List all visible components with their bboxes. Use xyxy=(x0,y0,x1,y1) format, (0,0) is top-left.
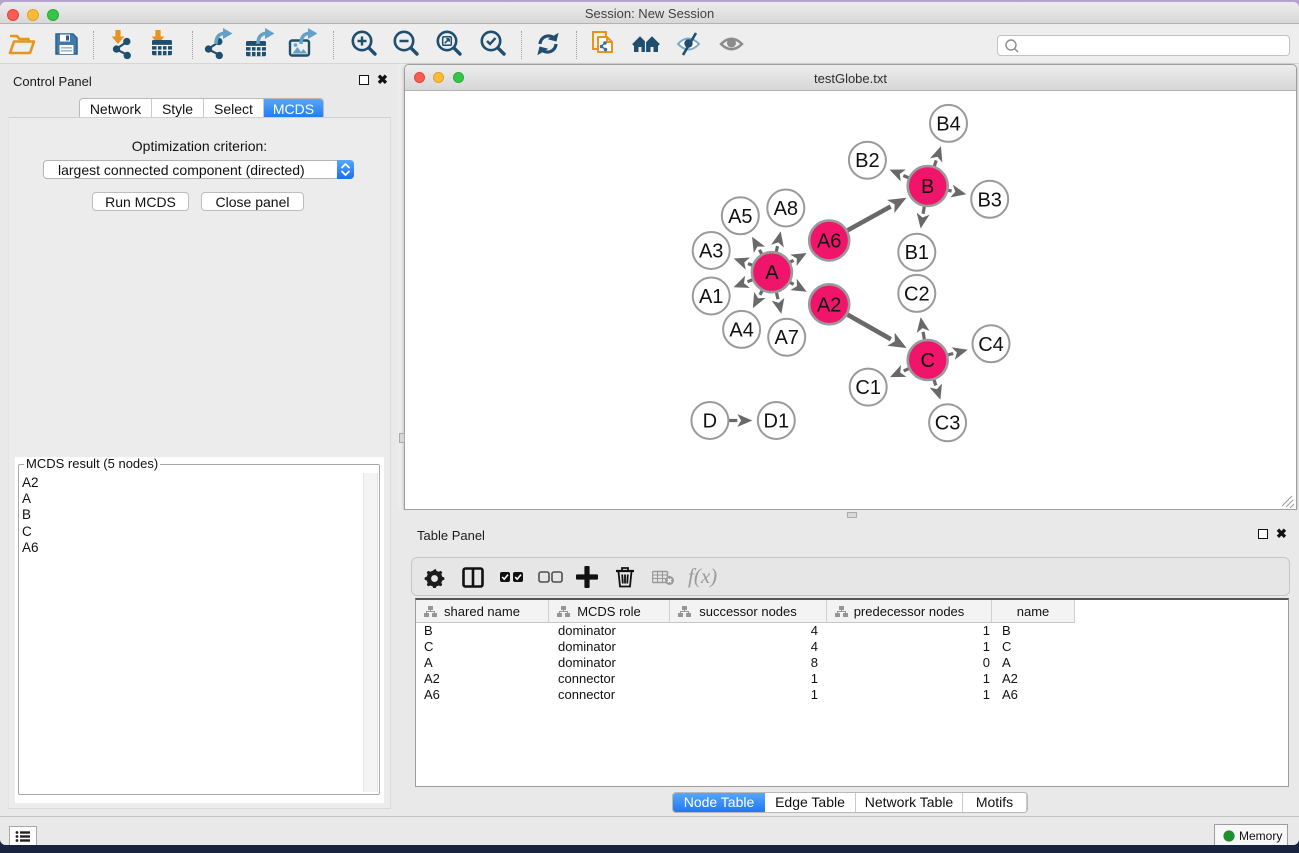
svg-text:D: D xyxy=(703,411,717,433)
svg-text:C: C xyxy=(920,350,934,372)
svg-text:A7: A7 xyxy=(774,327,798,349)
svg-text:A1: A1 xyxy=(699,286,723,308)
svg-text:A: A xyxy=(765,262,779,284)
svg-text:C1: C1 xyxy=(855,377,881,399)
svg-text:A6: A6 xyxy=(817,231,841,253)
svg-text:B: B xyxy=(921,176,934,198)
svg-text:C3: C3 xyxy=(935,413,961,435)
svg-text:A3: A3 xyxy=(699,241,723,263)
svg-text:B4: B4 xyxy=(936,113,960,135)
svg-text:D1: D1 xyxy=(764,411,790,433)
svg-text:C2: C2 xyxy=(904,283,930,305)
svg-text:A8: A8 xyxy=(774,198,798,220)
svg-text:A4: A4 xyxy=(729,319,753,341)
svg-text:C4: C4 xyxy=(978,334,1004,356)
svg-text:B2: B2 xyxy=(855,150,879,172)
svg-text:B3: B3 xyxy=(977,189,1001,211)
svg-text:A5: A5 xyxy=(728,206,752,228)
svg-text:B1: B1 xyxy=(905,242,929,264)
svg-text:f(x): f(x) xyxy=(688,565,717,588)
svg-text:A2: A2 xyxy=(817,294,841,316)
